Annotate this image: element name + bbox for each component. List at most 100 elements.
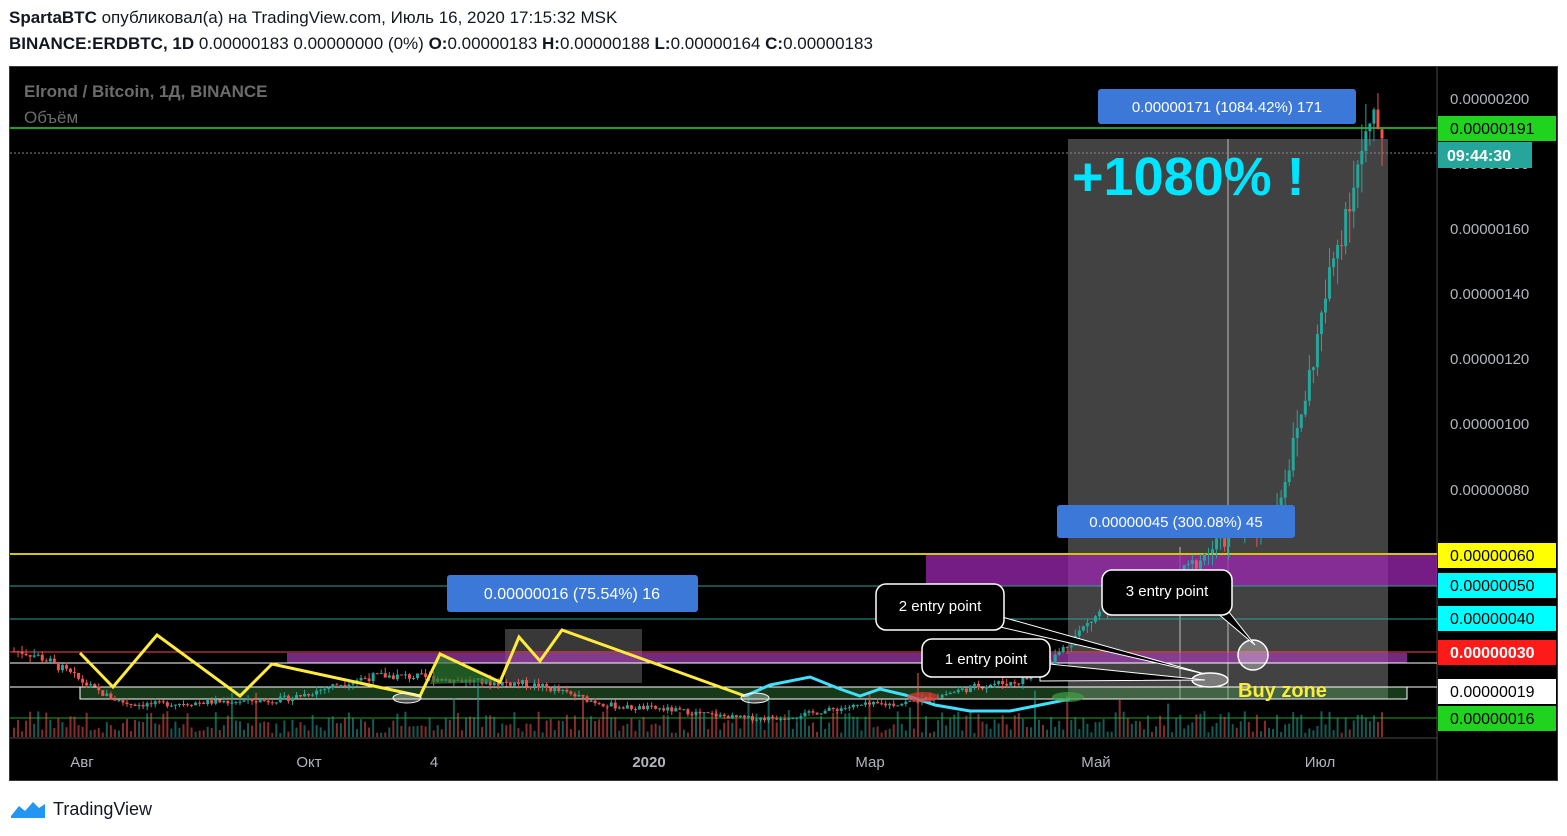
- candle-body: [674, 708, 678, 712]
- volume-bar: [1146, 715, 1149, 737]
- candle-body: [129, 703, 133, 705]
- volume-bar: [154, 723, 157, 737]
- volume-bar: [965, 715, 968, 737]
- candle-body: [391, 675, 395, 680]
- candle-body: [1295, 427, 1299, 438]
- candle-body: [315, 690, 319, 695]
- candle-body: [331, 684, 335, 688]
- candle-body: [1194, 560, 1198, 569]
- chart-panel[interactable]: 1 entry point 2 entry point 3 entry poin…: [9, 66, 1558, 781]
- candle-body: [1324, 298, 1328, 313]
- candle-body: [993, 683, 997, 685]
- volume-bar: [642, 716, 645, 737]
- candle-body: [771, 716, 775, 719]
- volume-bar: [541, 732, 544, 737]
- volume-bar: [1320, 711, 1323, 737]
- volume-bar: [138, 721, 141, 737]
- candle-body: [20, 651, 24, 654]
- symbol-label: BINANCE:ERDBTC, 1D: [9, 34, 195, 53]
- volume-bar: [448, 720, 451, 737]
- price-label-30: 0.00000030: [1438, 640, 1556, 665]
- measure-label-small: 0.00000016 (75.54%) 16: [447, 575, 698, 612]
- candle-body: [299, 695, 303, 697]
- candle-body: [117, 700, 121, 702]
- volume-bar: [243, 729, 246, 737]
- volume-bar: [335, 723, 338, 737]
- volume-bar: [230, 693, 233, 737]
- volume-bar: [17, 720, 20, 737]
- volume-bar: [703, 712, 706, 737]
- candle-body: [520, 680, 524, 684]
- volume-bar: [606, 707, 609, 737]
- candle-body: [222, 701, 226, 703]
- candle-body: [28, 655, 32, 657]
- candle-body: [1376, 109, 1380, 130]
- volume-bar: [1211, 726, 1214, 737]
- candle-body: [1089, 621, 1093, 623]
- volume-bar: [517, 728, 520, 737]
- volume-bar: [836, 711, 839, 737]
- volume-bar: [602, 711, 605, 737]
- volume-bar: [376, 732, 379, 737]
- volume-bar: [101, 732, 104, 737]
- candle-body: [944, 694, 948, 696]
- callout-entry-1-text: 1 entry point: [945, 651, 1028, 668]
- volume-bar: [1356, 714, 1359, 737]
- x-tick-label: Окт: [296, 754, 321, 771]
- candle-body: [24, 653, 28, 656]
- volume-bar: [1284, 724, 1287, 737]
- open-label: O:: [428, 34, 448, 53]
- tradingview-logo-icon: [11, 802, 45, 818]
- candle-body: [553, 688, 557, 692]
- volume-bar: [210, 727, 213, 737]
- volume-bar: [1187, 725, 1190, 737]
- volume-bar: [1340, 732, 1343, 737]
- volume-bar: [1155, 726, 1158, 737]
- volume-bar: [222, 725, 225, 737]
- candle-body: [831, 707, 835, 710]
- volume-bar: [630, 718, 633, 737]
- candle-body: [585, 696, 589, 702]
- volume-bar: [255, 692, 258, 737]
- candle-body: [512, 682, 516, 686]
- candle-body: [718, 714, 722, 717]
- price-label-40-text: 0.00000040: [1450, 611, 1535, 628]
- volume-bar: [1054, 726, 1057, 737]
- volume-bar: [997, 723, 1000, 737]
- chart-svg[interactable]: 1 entry point 2 entry point 3 entry poin…: [10, 67, 1557, 780]
- candle-body: [880, 703, 884, 705]
- volume-bar: [37, 711, 40, 737]
- volume-bar: [783, 714, 786, 737]
- candle-body: [52, 658, 56, 662]
- candle-body: [985, 686, 989, 689]
- candle-body: [133, 704, 137, 706]
- candle-body: [379, 673, 383, 675]
- candle-body: [1009, 682, 1013, 686]
- volume-bar: [694, 714, 697, 737]
- volume-bar: [57, 718, 60, 737]
- candle-body: [343, 684, 347, 687]
- volume-bar: [908, 707, 911, 737]
- candle-body: [940, 694, 944, 698]
- candle-body: [650, 705, 654, 707]
- tradingview-brand[interactable]: TradingView: [53, 799, 152, 820]
- candle-body: [876, 701, 880, 704]
- tradingview-footer[interactable]: TradingView: [9, 796, 152, 822]
- candle-body: [968, 685, 972, 693]
- volume-bar: [408, 726, 411, 737]
- candle-body: [186, 704, 190, 706]
- volume-bar: [299, 722, 302, 737]
- candle-body: [1186, 563, 1190, 566]
- volume-bar: [1268, 727, 1271, 737]
- candle-body: [1017, 683, 1021, 685]
- volume-bar: [319, 727, 322, 737]
- volume-bar: [816, 731, 819, 737]
- volume-bar: [485, 715, 488, 737]
- volume-bar: [985, 723, 988, 737]
- candle-body: [157, 701, 161, 703]
- author-name[interactable]: SpartaBTC: [9, 8, 97, 27]
- volume-bar: [1159, 715, 1162, 737]
- volume-bar: [719, 729, 722, 737]
- candle-body: [97, 686, 101, 691]
- volume-bar: [428, 717, 431, 737]
